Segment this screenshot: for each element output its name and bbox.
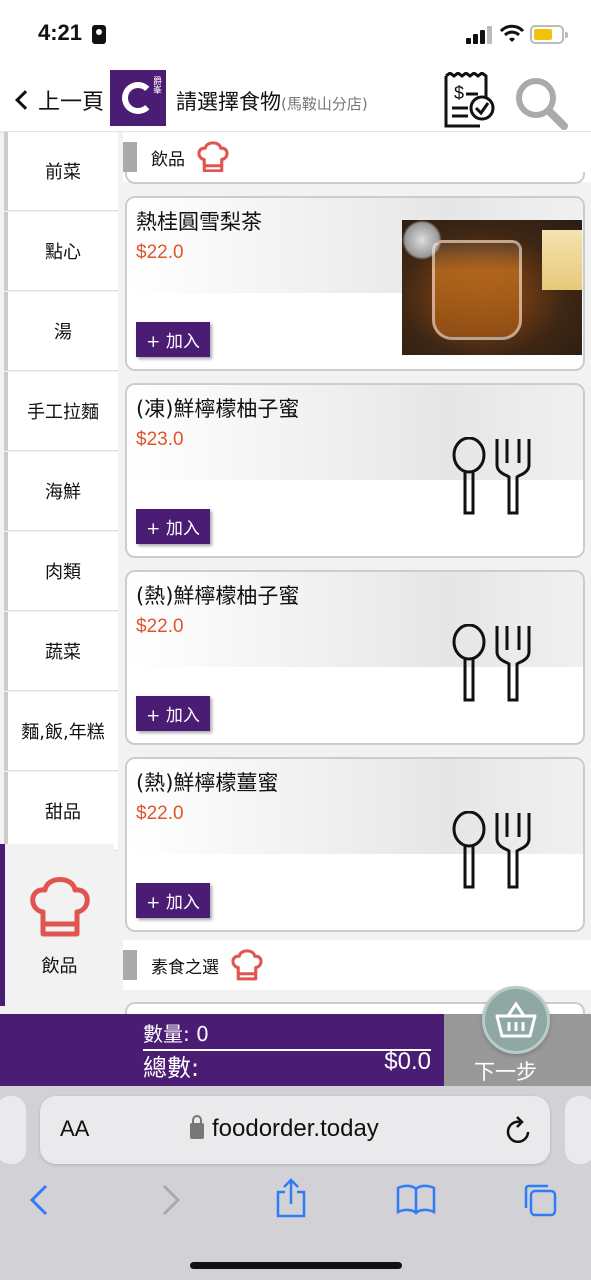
next-step-button[interactable]: 下一步: [444, 986, 591, 1086]
reader-settings-button[interactable]: AA: [60, 1116, 89, 1142]
sidebar-item-handmade-noodles[interactable]: 手工拉麵: [4, 372, 118, 451]
cellular-signal-icon: [466, 26, 492, 44]
add-to-cart-button[interactable]: + 加入: [136, 883, 210, 918]
item-name: 熱桂圓雪梨茶: [136, 210, 262, 234]
cart-summary-bar: 數量: 0 總數: $0.0: [0, 1014, 444, 1086]
item-photo: [402, 220, 582, 355]
page-title: 請選擇食物(馬鞍山分店): [176, 86, 368, 116]
menu-item-card: (凍)鮮檸檬柚子蜜 $23.0 + 加入: [125, 383, 585, 558]
bookmarks-icon[interactable]: [396, 1184, 436, 1216]
branch-subtitle: (馬鞍山分店): [281, 95, 368, 113]
item-name: (凍)鮮檸檬柚子蜜: [136, 397, 300, 421]
menu-item-card: 熱桂圓雪梨茶 $22.0 + 加入: [125, 196, 585, 371]
sidebar-item-dessert[interactable]: 甜品: [4, 772, 118, 851]
sidebar-item-appetizer[interactable]: 前菜: [4, 132, 118, 211]
section-label: 素食之選: [151, 957, 219, 978]
contact-card-icon: [92, 25, 106, 44]
back-button[interactable]: 上一頁: [12, 84, 104, 116]
item-price: $22.0: [136, 242, 184, 263]
url-display[interactable]: foodorder.today: [190, 1115, 379, 1143]
forward-arrow-icon[interactable]: [158, 1184, 182, 1216]
share-icon[interactable]: [274, 1178, 308, 1218]
add-to-cart-button[interactable]: + 加入: [136, 509, 210, 544]
lock-icon: [190, 1115, 204, 1139]
section-header-vegetarian: 素食之選: [123, 940, 591, 990]
cart-quantity: 數量: 0: [143, 1018, 431, 1051]
menu-item-card: (熱)鮮檸檬薑蜜 $22.0 + 加入: [125, 757, 585, 932]
sidebar-item-drinks[interactable]: 飲品: [0, 844, 114, 1006]
item-price: $23.0: [136, 429, 184, 450]
previous-tab-peek[interactable]: [0, 1096, 26, 1164]
reload-icon[interactable]: [506, 1116, 532, 1144]
search-icon[interactable]: [512, 74, 568, 130]
chef-hat-icon: [29, 877, 90, 937]
spoon-fork-icon: [452, 437, 531, 515]
sidebar-item-meat[interactable]: 肉類: [4, 532, 118, 611]
battery-icon: [530, 25, 568, 44]
spoon-fork-icon: [452, 811, 531, 889]
cart-total-label: 總數:: [143, 1054, 200, 1082]
restaurant-logo: 爵峯: [110, 70, 166, 126]
url-text: foodorder.today: [212, 1115, 379, 1142]
menu-item-card: (熱)鮮檸檬柚子蜜 $22.0 + 加入: [125, 570, 585, 745]
next-tab-peek[interactable]: [565, 1096, 591, 1164]
svg-text:$: $: [454, 83, 464, 103]
chef-hat-icon: [231, 949, 263, 981]
cart-total-value: $0.0: [384, 1048, 431, 1075]
section-label: 飲品: [151, 149, 185, 170]
address-bar[interactable]: AA foodorder.today: [40, 1096, 550, 1164]
back-arrow-icon[interactable]: [28, 1184, 52, 1216]
wifi-icon: [500, 24, 524, 42]
back-label: 上一頁: [38, 90, 105, 115]
category-sidebar: 前菜 點心 湯 手工拉麵 海鮮 肉類 蔬菜 麵,飯,年糕 甜品 飲品: [0, 132, 118, 1014]
home-indicator: [190, 1262, 402, 1269]
chef-hat-icon: [197, 141, 229, 173]
tabs-icon[interactable]: [522, 1182, 558, 1218]
basket-icon[interactable]: [482, 986, 550, 1054]
status-bar: 4:21: [0, 0, 591, 70]
sidebar-item-dimsum[interactable]: 點心: [4, 212, 118, 291]
browser-chrome: AA foodorder.today: [0, 1086, 591, 1280]
menu-content: 飲品 熱桂圓雪梨茶 $22.0 + 加入 (凍)鮮檸檬柚子蜜 $23.0 + 加…: [118, 132, 591, 1014]
receipt-check-icon[interactable]: $: [440, 72, 498, 130]
previous-card-edge: [125, 172, 585, 184]
status-time: 4:21: [38, 20, 83, 45]
spoon-fork-icon: [452, 624, 531, 702]
item-price: $22.0: [136, 616, 184, 637]
sidebar-item-label: 飲品: [41, 956, 78, 977]
item-name: (熱)鮮檸檬柚子蜜: [136, 584, 300, 608]
sidebar-item-seafood[interactable]: 海鮮: [4, 452, 118, 531]
sidebar-item-soup[interactable]: 湯: [4, 292, 118, 371]
chevron-left-icon: [15, 90, 35, 110]
add-to-cart-button[interactable]: + 加入: [136, 322, 210, 357]
app-header: 上一頁 爵峯 請選擇食物(馬鞍山分店) $: [0, 70, 591, 132]
logo-text: 爵峯: [151, 76, 161, 94]
page-title-text: 請選擇食物: [176, 90, 281, 114]
sidebar-item-noodles-rice[interactable]: 麵,飯,年糕: [4, 692, 118, 771]
next-step-label: 下一步: [474, 1060, 537, 1084]
sidebar-item-vegetables[interactable]: 蔬菜: [4, 612, 118, 691]
item-price: $22.0: [136, 803, 184, 824]
add-to-cart-button[interactable]: + 加入: [136, 696, 210, 731]
item-name: (熱)鮮檸檬薑蜜: [136, 771, 279, 795]
